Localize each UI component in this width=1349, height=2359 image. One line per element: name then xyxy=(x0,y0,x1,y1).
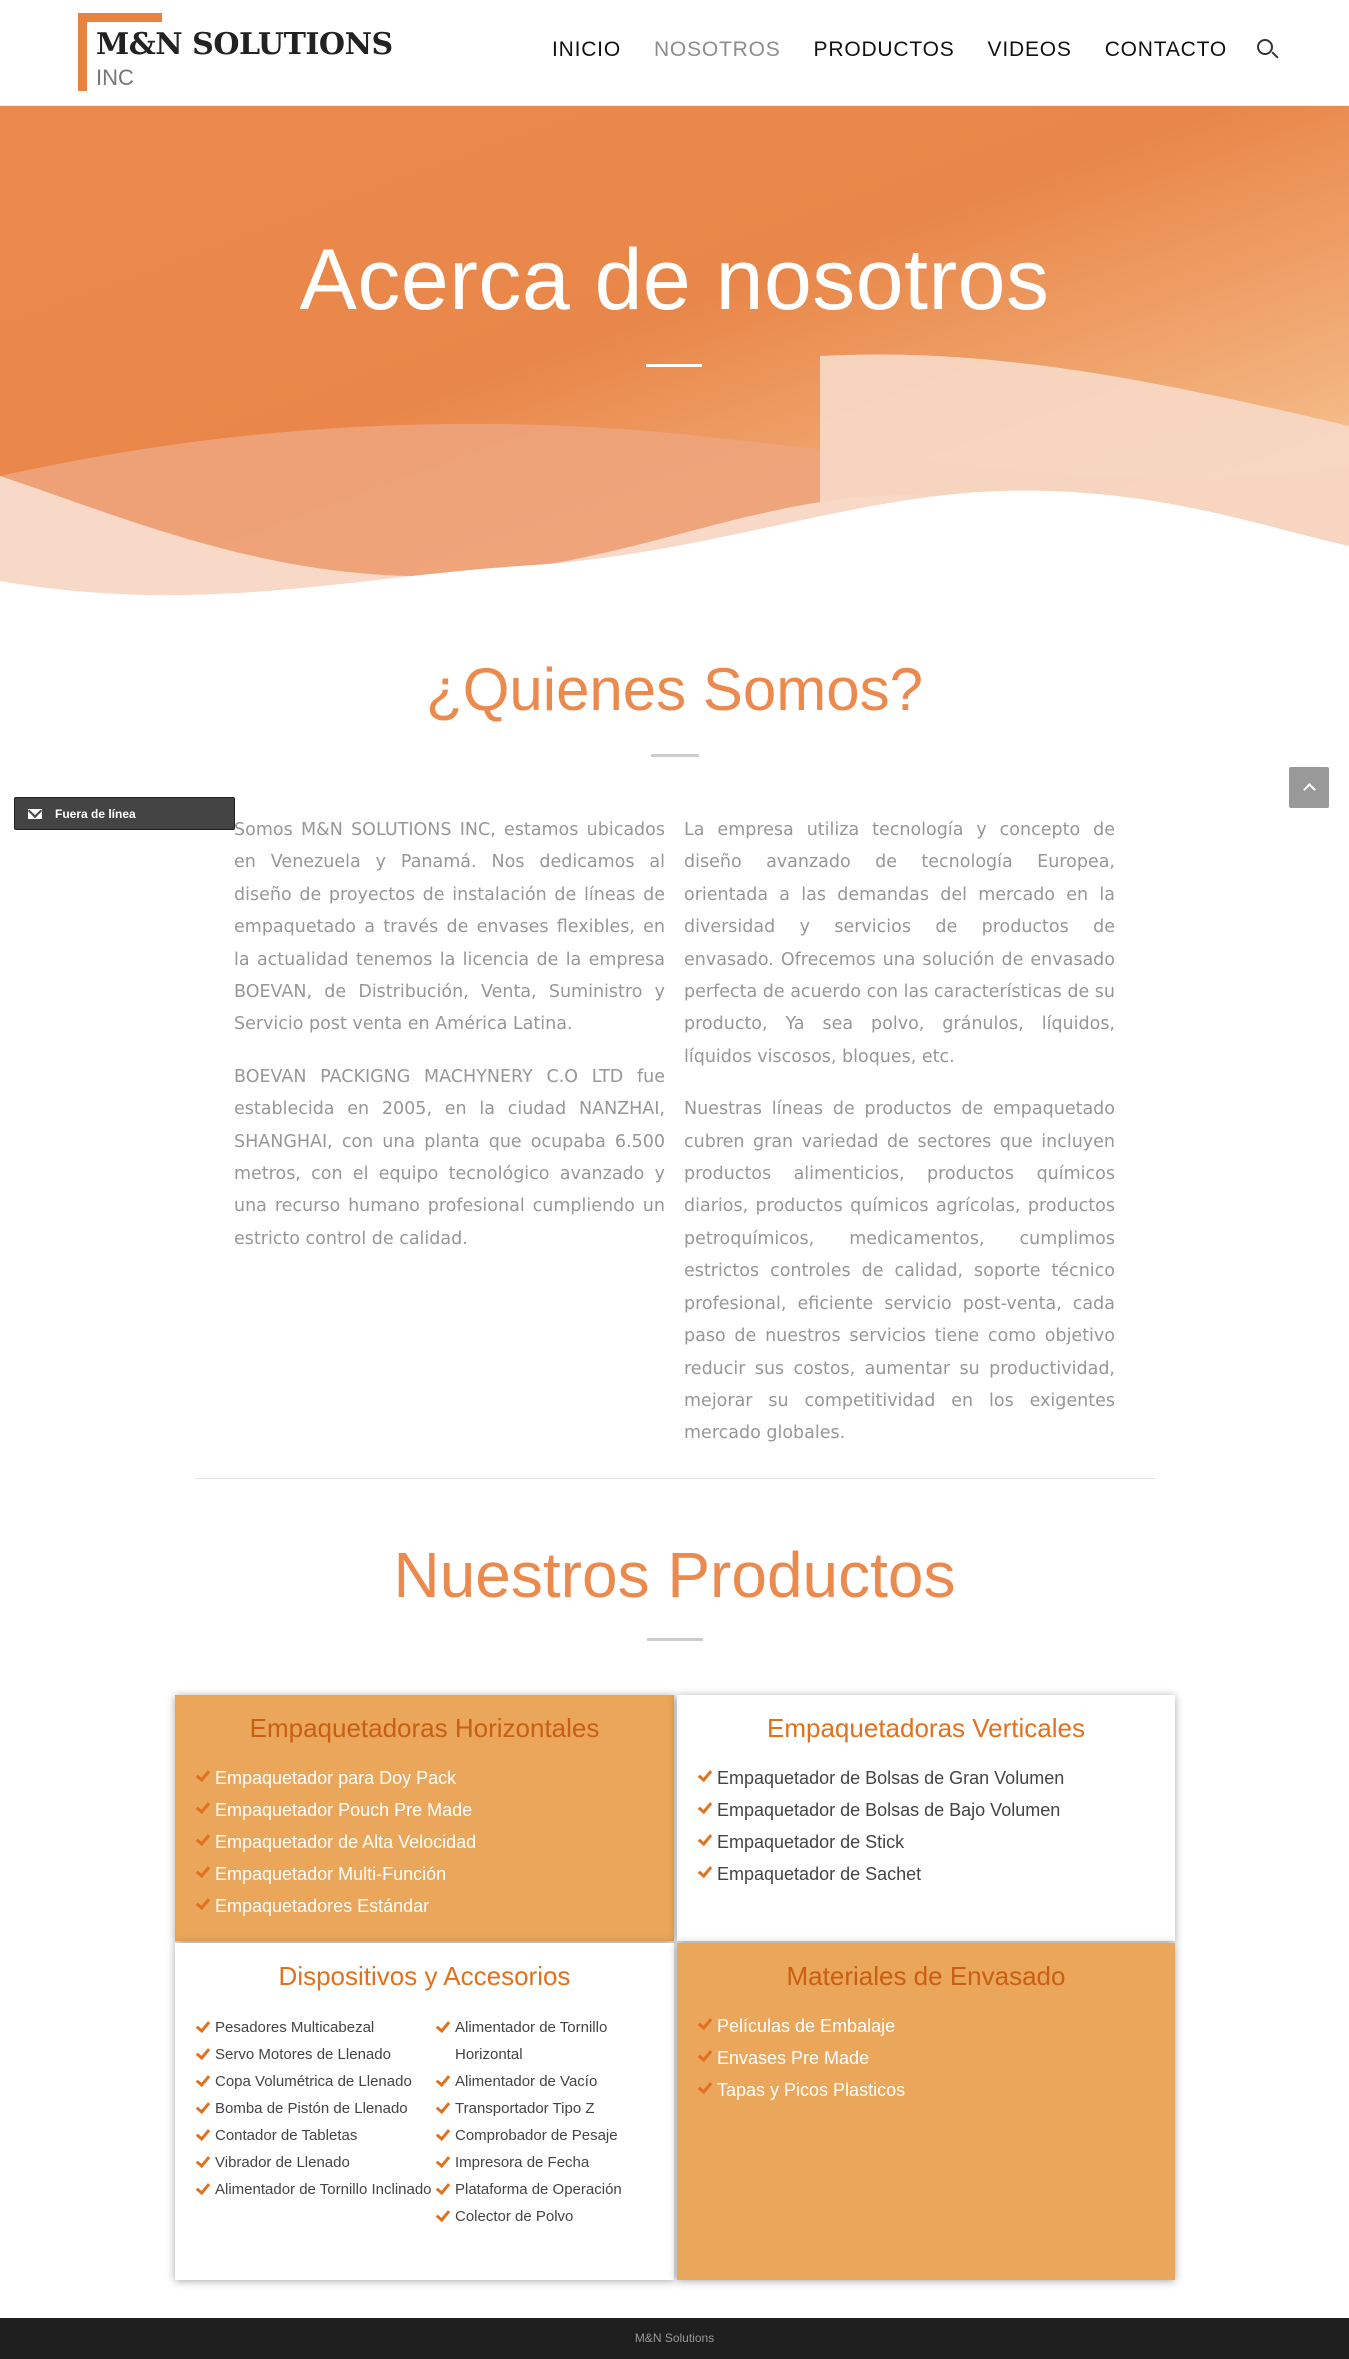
product-card-materials: Materiales de Envasado Películas de Emba… xyxy=(677,1943,1175,2280)
logo-suffix: INC xyxy=(96,65,134,90)
list-item[interactable]: Empaquetadores Estándar xyxy=(195,1890,674,1922)
list-item[interactable]: Envases Pre Made xyxy=(697,2042,1175,2074)
check-icon xyxy=(197,2154,207,2170)
list-item[interactable]: Copa Volumétrica de Llenado xyxy=(195,2068,435,2095)
list-item[interactable]: Empaquetador Multi-Función xyxy=(195,1858,674,1890)
check-icon xyxy=(699,1832,709,1848)
products-title: Nuestros Productos xyxy=(393,1539,956,1611)
list-item[interactable]: Empaquetador de Alta Velocidad xyxy=(195,1826,674,1858)
product-list: Empaquetador de Bolsas de Gran Volumen E… xyxy=(677,1762,1175,1890)
list-item[interactable]: Alimentador de Tornillo Inclinado xyxy=(195,2176,435,2203)
product-list: Empaquetador para Doy Pack Empaquetador … xyxy=(175,1762,674,1922)
list-item[interactable]: Empaquetador de Stick xyxy=(697,1826,1175,1858)
nav-contacto[interactable]: CONTACTO xyxy=(1105,38,1227,62)
check-icon xyxy=(699,2080,709,2096)
check-icon xyxy=(197,2046,207,2062)
products-title-rule xyxy=(647,1638,703,1641)
check-icon xyxy=(437,2073,447,2089)
about-paragraph: La empresa utiliza tecnología y concepto… xyxy=(684,820,1116,1067)
list-item[interactable]: Alimentador de Vacío xyxy=(435,2068,665,2095)
list-item[interactable]: Alimentador de Tornillo Horizontal xyxy=(435,2014,665,2068)
nav-videos[interactable]: VIDEOS xyxy=(988,38,1072,62)
check-icon xyxy=(437,2100,447,2116)
card-title[interactable]: Materiales de Envasado xyxy=(677,1961,1175,1992)
list-item[interactable]: Transportador Tipo Z xyxy=(435,2095,665,2122)
nav-nosotros[interactable]: NOSOTROS xyxy=(654,38,781,62)
check-icon xyxy=(437,2154,447,2170)
list-item[interactable]: Plataforma de Operación xyxy=(435,2176,665,2203)
about-title: ¿Quienes Somos? xyxy=(426,656,923,723)
site-header: M&N SOLUTIONS INC INICIO NOSOTROS PRODUC… xyxy=(0,0,1349,106)
logo-name: M&N SOLUTIONS xyxy=(96,27,393,62)
product-card-vertical: Empaquetadoras Verticales Empaquetador d… xyxy=(677,1695,1175,1941)
list-item[interactable]: Empaquetador de Bolsas de Gran Volumen xyxy=(697,1762,1175,1794)
about-paragraph: Nuestras líneas de productos de empaquet… xyxy=(684,1099,1115,1444)
search-icon[interactable] xyxy=(1257,39,1279,61)
check-icon xyxy=(437,2019,447,2035)
logo-bracket-left xyxy=(78,13,87,91)
check-icon xyxy=(437,2127,447,2143)
list-item[interactable]: Empaquetador para Doy Pack xyxy=(195,1762,674,1794)
list-item[interactable]: Servo Motores de Llenado xyxy=(195,2041,435,2068)
check-icon xyxy=(197,1800,207,1816)
logo-bracket-top xyxy=(78,13,162,22)
site-footer: M&N Solutions xyxy=(0,2318,1349,2359)
list-item[interactable]: Comprobador de Pesaje xyxy=(435,2122,665,2149)
offline-chat-widget[interactable]: Fuera de línea xyxy=(14,797,235,830)
card-title[interactable]: Dispositivos y Accesorios xyxy=(175,1961,674,1992)
about-title-rule xyxy=(651,754,699,757)
footer-text: M&N Solutions xyxy=(634,2331,715,2345)
about-paragraph: Somos M&N SOLUTIONS INC, estamos ubicado… xyxy=(234,820,665,1035)
check-icon xyxy=(197,2181,207,2197)
list-item[interactable]: Empaquetador Pouch Pre Made xyxy=(195,1794,674,1826)
section-divider xyxy=(195,1478,1155,1479)
check-icon xyxy=(197,2019,207,2035)
check-icon xyxy=(197,2127,207,2143)
card-title[interactable]: Empaquetadoras Horizontales xyxy=(175,1713,674,1744)
list-item[interactable]: Pesadores Multicabezal xyxy=(195,2014,435,2041)
check-icon xyxy=(197,2100,207,2116)
about-paragraph: BOEVAN PACKIGNG MACHYNERY C.O LTD fue es… xyxy=(234,1066,665,1249)
check-icon xyxy=(699,1864,709,1880)
hero-banner: Acerca de nosotros xyxy=(0,106,1349,616)
product-list: Alimentador de Tornillo Horizontal Alime… xyxy=(435,2014,665,2230)
back-to-top-button[interactable] xyxy=(1289,767,1329,808)
check-icon xyxy=(437,2208,447,2224)
hero-title-rule xyxy=(646,364,702,367)
nav-productos[interactable]: PRODUCTOS xyxy=(814,38,955,62)
product-card-horizontal: Empaquetadoras Horizontales Empaquetador… xyxy=(175,1695,674,1941)
list-item[interactable]: Colector de Polvo xyxy=(435,2203,665,2230)
check-icon xyxy=(197,1832,207,1848)
card-title[interactable]: Empaquetadoras Verticales xyxy=(677,1713,1175,1744)
check-icon xyxy=(197,1768,207,1784)
check-icon xyxy=(699,2048,709,2064)
check-icon xyxy=(197,2073,207,2089)
check-icon xyxy=(197,1864,207,1880)
envelope-icon xyxy=(28,808,42,819)
main-nav: INICIO NOSOTROS PRODUCTOS VIDEOS CONTACT… xyxy=(519,38,1279,62)
product-list: Pesadores Multicabezal Servo Motores de … xyxy=(195,2014,435,2230)
list-item[interactable]: Tapas y Picos Plasticos xyxy=(697,2074,1175,2106)
check-icon xyxy=(699,2016,709,2032)
hero-title: Acerca de nosotros xyxy=(299,232,1050,328)
about-right-column: La empresa utiliza tecnología y concepto… xyxy=(684,814,1115,1470)
list-item[interactable]: Contador de Tabletas xyxy=(195,2122,435,2149)
list-item[interactable]: Vibrador de Llenado xyxy=(195,2149,435,2176)
product-card-devices: Dispositivos y Accesorios Pesadores Mult… xyxy=(175,1943,674,2280)
check-icon xyxy=(437,2181,447,2197)
offline-chat-label: Fuera de línea xyxy=(55,806,136,821)
list-item[interactable]: Empaquetador de Sachet xyxy=(697,1858,1175,1890)
check-icon xyxy=(699,1768,709,1784)
site-logo[interactable]: M&N SOLUTIONS INC xyxy=(78,13,393,93)
check-icon xyxy=(197,1896,207,1912)
product-list: Películas de Embalaje Envases Pre Made T… xyxy=(677,2010,1175,2106)
list-item[interactable]: Películas de Embalaje xyxy=(697,2010,1175,2042)
list-item[interactable]: Empaquetador de Bolsas de Bajo Volumen xyxy=(697,1794,1175,1826)
about-left-column: Somos M&N SOLUTIONS INC, estamos ubicado… xyxy=(234,814,665,1275)
nav-inicio[interactable]: INICIO xyxy=(552,38,621,62)
list-item[interactable]: Impresora de Fecha xyxy=(435,2149,665,2176)
check-icon xyxy=(699,1800,709,1816)
hero-waves xyxy=(0,354,1349,616)
list-item[interactable]: Bomba de Pistón de Llenado xyxy=(195,2095,435,2122)
